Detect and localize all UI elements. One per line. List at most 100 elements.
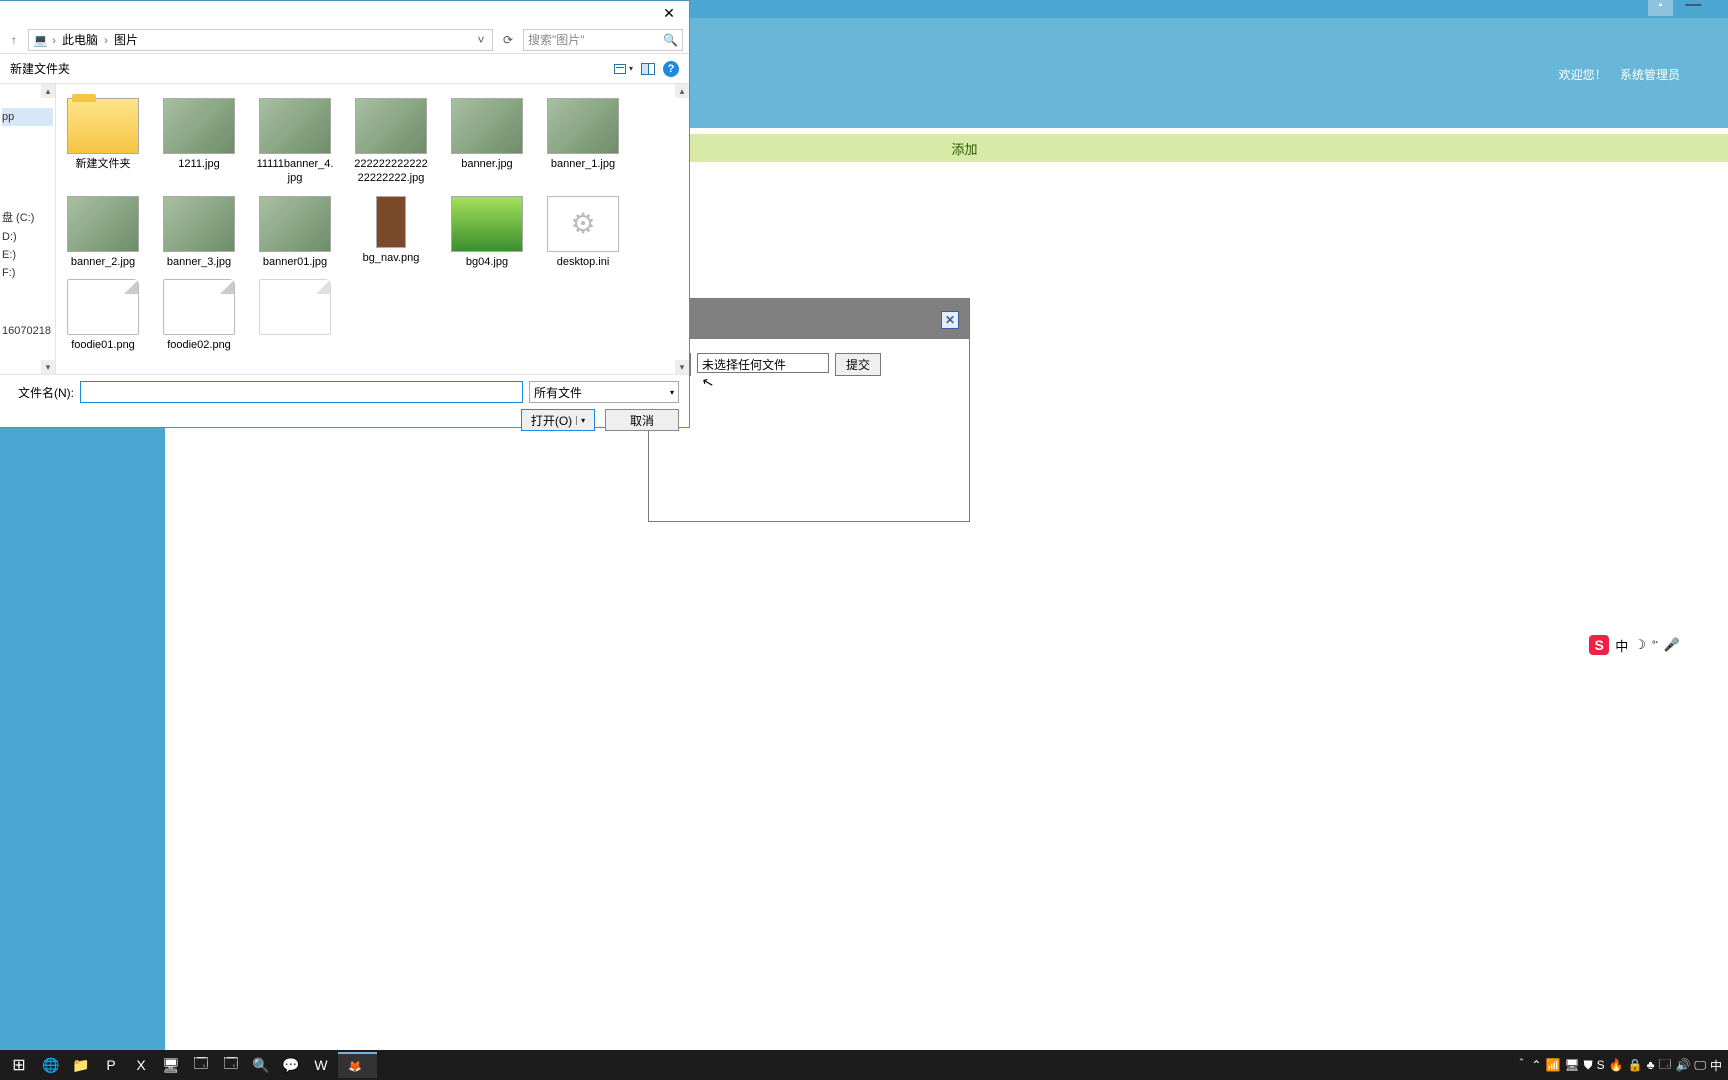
file-dialog-toolbar: 新建文件夹 ▾ ? <box>0 54 689 84</box>
tree-item[interactable]: F:) <box>2 264 53 282</box>
file-dialog-footer: 文件名(N): 所有文件 ▾ 打开(O) ▾ 取消 <box>0 374 689 429</box>
files-scroll-down-button[interactable]: ▾ <box>675 360 689 374</box>
upload-dialog: ✕ 文件 未选择任何文件 提交 <box>648 298 970 522</box>
taskbar-term-button[interactable]: 🖥 <box>158 1052 184 1078</box>
file-item[interactable]: desktop.ini <box>544 196 622 270</box>
preview-pane-button[interactable] <box>641 63 655 75</box>
file-item[interactable]: bg_nav.png <box>352 196 430 270</box>
taskbar-chrome-button[interactable]: 🌐 <box>38 1052 64 1078</box>
mic-icon[interactable]: 🎤 <box>1664 637 1680 653</box>
sogou-icon[interactable]: S <box>1589 635 1609 655</box>
tray-icon[interactable]: 🖥 <box>1564 1058 1579 1072</box>
file-item[interactable]: 1211.jpg <box>160 98 238 186</box>
taskbar-app-active[interactable]: 🦊 <box>338 1052 377 1078</box>
file-name: foodie02.png <box>160 339 238 353</box>
tray-icon[interactable]: 中 <box>1710 1057 1722 1074</box>
tray-icon[interactable]: 🗔 <box>1658 1055 1671 1076</box>
file-item[interactable]: 22222222222222222222.jpg <box>352 98 430 186</box>
file-item[interactable]: banner_1.jpg <box>544 98 622 186</box>
file-item[interactable]: banner_2.jpg <box>64 196 142 270</box>
taskbar-start-button[interactable]: ⊞ <box>4 1052 34 1078</box>
file-item[interactable]: 11111banner_4.jpg <box>256 98 334 186</box>
taskbar-window2-button[interactable]: 🗔 <box>218 1052 244 1078</box>
tray-icon[interactable]: ♣ <box>1647 1058 1655 1072</box>
chevron-down-icon: ▾ <box>670 388 674 397</box>
file-item[interactable]: banner.jpg <box>448 98 526 186</box>
tree-item[interactable]: 16070218 <box>2 322 53 340</box>
cancel-button[interactable]: 取消 <box>605 409 679 431</box>
ime-punct-icon[interactable]: °' <box>1652 640 1658 651</box>
file-dialog-navbar: ↑ 💻 › 此电脑 › 图片 ˅ ⟳ 搜索"图片" 🔍 <box>0 26 689 54</box>
file-item[interactable] <box>256 279 334 353</box>
upload-submit-button[interactable]: 提交 <box>835 353 881 376</box>
welcome-text: 欢迎您！ 系统管理员 <box>1559 66 1680 83</box>
file-name: foodie01.png <box>64 339 142 353</box>
upload-dialog-titlebar[interactable]: ✕ <box>649 299 969 339</box>
nav-up-button[interactable]: ↑ <box>6 32 22 48</box>
tree-item[interactable]: D:) <box>2 228 53 246</box>
tray-icon[interactable]: ⛊ <box>1584 1058 1593 1073</box>
breadcrumb-sep-icon: › <box>104 33 108 47</box>
ime-toolbar[interactable]: S 中 ☽ °' 🎤 <box>1589 635 1680 655</box>
tree-scroll-down-button[interactable]: ▾ <box>41 360 55 374</box>
tree-item[interactable]: E:) <box>2 246 53 264</box>
taskbar-qq-button[interactable]: 💬 <box>278 1052 304 1078</box>
tray-icon[interactable]: 🖵 <box>1694 1058 1706 1073</box>
tray-icon[interactable]: 🔊 <box>1675 1058 1690 1072</box>
browser-user-button[interactable]: ▪ <box>1648 0 1673 16</box>
view-mode-button[interactable]: ▾ <box>614 64 633 74</box>
moon-icon[interactable]: ☽ <box>1634 637 1646 653</box>
system-tray[interactable]: ＾ ⌃ 📶 🖥 ⛊ S 🔥 🔒 ♣🗔 🔊 🖵 中 <box>1509 1055 1728 1076</box>
file-item[interactable]: foodie02.png <box>160 279 238 353</box>
tree-item[interactable]: pp <box>2 108 53 126</box>
file-item[interactable]: bg04.jpg <box>448 196 526 270</box>
breadcrumb[interactable]: 💻 › 此电脑 › 图片 ˅ <box>28 29 493 51</box>
taskbar-excel-button[interactable]: X <box>128 1052 154 1078</box>
taskbar-magnifier-button[interactable]: 🔍 <box>248 1052 274 1078</box>
tray-icon[interactable]: 🔥 <box>1609 1058 1624 1072</box>
new-folder-button[interactable]: 新建文件夹 <box>10 60 70 77</box>
breadcrumb-pc[interactable]: 此电脑 <box>60 31 100 48</box>
search-placeholder: 搜索"图片" <box>528 31 585 48</box>
taskbar-ppt-button[interactable]: P <box>98 1052 124 1078</box>
taskbar-word-button[interactable]: W <box>308 1052 334 1078</box>
file-item[interactable]: banner_3.jpg <box>160 196 238 270</box>
ime-mode[interactable]: 中 <box>1615 636 1628 655</box>
tray-icon[interactable]: 🔒 <box>1628 1058 1643 1072</box>
tray-icon[interactable]: ⌃ <box>1531 1058 1541 1072</box>
filetype-value: 所有文件 <box>534 384 582 401</box>
tree-scroll-up-button[interactable]: ▴ <box>41 84 55 98</box>
taskbar-window1-button[interactable]: 🗔 <box>188 1052 214 1078</box>
taskbar-explorer-button[interactable]: 📁 <box>68 1052 94 1078</box>
open-button[interactable]: 打开(O) ▾ <box>521 409 595 431</box>
file-list[interactable]: ▴ 新建文件夹 1211.jpg 11111banner_4.jpg 22222222… <box>56 84 689 374</box>
nav-refresh-button[interactable]: ⟳ <box>499 31 517 49</box>
file-dialog-titlebar[interactable]: ✕ <box>0 1 689 26</box>
file-item[interactable]: banner01.jpg <box>256 196 334 270</box>
breadcrumb-folder[interactable]: 图片 <box>112 31 140 48</box>
chevron-down-icon[interactable]: ▾ <box>576 416 585 425</box>
tray-icon[interactable]: 📶 <box>1545 1058 1560 1072</box>
file-name: 22222222222222222222.jpg <box>352 158 430 186</box>
tray-icon[interactable]: S <box>1597 1058 1605 1072</box>
folder-tree[interactable]: ▴ pp 盘 (C:) D:) E:) F:) 16070218 ▾ <box>0 84 56 374</box>
file-thumbnail <box>163 98 235 154</box>
file-name: 1211.jpg <box>160 158 238 172</box>
help-button[interactable]: ? <box>663 61 679 77</box>
filename-input[interactable] <box>80 381 523 403</box>
upload-close-button[interactable]: ✕ <box>941 311 959 329</box>
file-item[interactable]: foodie01.png <box>64 279 142 353</box>
files-scroll-up-button[interactable]: ▴ <box>675 84 689 98</box>
tree-item[interactable]: 盘 (C:) <box>2 206 53 228</box>
tray-icon[interactable]: ＾ <box>1515 1057 1527 1074</box>
file-name: bg04.jpg <box>448 256 526 270</box>
role-label: 系统管理员 <box>1620 68 1680 82</box>
cancel-button-label: 取消 <box>630 412 654 429</box>
browser-minimize-button[interactable]: — <box>1681 0 1706 16</box>
filetype-combo[interactable]: 所有文件 ▾ <box>529 381 679 403</box>
search-input[interactable]: 搜索"图片" 🔍 <box>523 29 683 51</box>
file-dialog-close-button[interactable]: ✕ <box>655 4 683 22</box>
file-thumbnail <box>67 196 139 252</box>
breadcrumb-history-button[interactable]: ˅ <box>474 33 488 47</box>
file-item[interactable]: 新建文件夹 <box>64 98 142 186</box>
